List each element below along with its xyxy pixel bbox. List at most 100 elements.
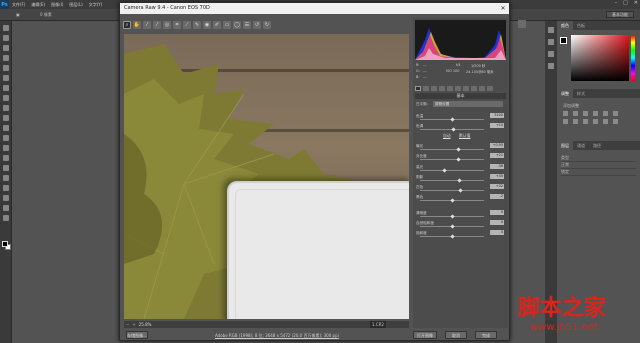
slider-value-input[interactable]: -36 — [490, 164, 504, 169]
slider-thumb[interactable] — [449, 234, 455, 239]
close-icon[interactable]: ✕ — [497, 3, 509, 14]
auto-link[interactable]: 自动 — [443, 133, 451, 139]
radial-filter-icon[interactable]: ◯ — [233, 21, 241, 29]
levels-icon[interactable] — [573, 111, 578, 116]
basic-tab-icon[interactable] — [415, 86, 421, 91]
slider-value-input[interactable]: -2 — [490, 194, 504, 199]
color-sampler-tool-icon[interactable]: ⁄ — [153, 21, 161, 29]
slider-track[interactable] — [420, 159, 484, 160]
tab-styles[interactable]: 样式 — [573, 91, 589, 97]
foreground-color-swatch[interactable] — [2, 241, 8, 247]
photo-preview[interactable] — [124, 34, 409, 319]
tone-curve-tab-icon[interactable] — [423, 86, 429, 91]
photo-filter-icon[interactable] — [583, 119, 588, 124]
adjustment-brush-icon[interactable]: ✐ — [213, 21, 221, 29]
slider-track[interactable] — [420, 190, 484, 191]
hand-tool-icon[interactable]: ✋ — [133, 21, 141, 29]
straighten-tool-icon[interactable]: ⟋ — [183, 21, 191, 29]
slider-value-input[interactable]: +0.95 — [490, 143, 504, 148]
maximize-icon[interactable]: □ — [623, 0, 628, 6]
properties-panel-icon[interactable] — [548, 39, 554, 45]
vibrance-icon[interactable] — [603, 111, 608, 116]
healing-tool-icon[interactable] — [3, 85, 9, 91]
slider-value-input[interactable]: 0 — [490, 230, 504, 235]
done-button[interactable]: 完成 — [475, 331, 497, 339]
pen-tool-icon[interactable] — [3, 165, 9, 171]
slider-thumb[interactable] — [449, 224, 455, 229]
hand-tool-icon[interactable] — [3, 205, 9, 211]
color-panel-swatch[interactable] — [560, 37, 567, 44]
bw-icon[interactable] — [573, 119, 578, 124]
open-image-button[interactable]: 打开图像 — [413, 331, 437, 339]
lookup-icon[interactable] — [603, 119, 608, 124]
path-select-tool-icon[interactable] — [3, 185, 9, 191]
preferences-icon[interactable]: ☰ — [243, 21, 251, 29]
brush-tool-icon[interactable] — [3, 95, 9, 101]
workflow-options-link[interactable]: Adobe RGB (1998); 8 位; 3648 x 5472 (20.0… — [215, 333, 339, 339]
tab-color[interactable]: 颜色 — [557, 21, 573, 30]
slider-thumb[interactable] — [449, 214, 455, 219]
presets-tab-icon[interactable] — [479, 86, 485, 91]
tab-layers[interactable]: 图层 — [557, 141, 573, 150]
rotate-ccw-icon[interactable]: ↺ — [253, 21, 261, 29]
menu-file[interactable]: 文件(F) — [9, 2, 28, 8]
split-toning-tab-icon[interactable] — [447, 86, 453, 91]
slider-thumb[interactable] — [456, 157, 461, 162]
red-eye-tool-icon[interactable]: ◉ — [203, 21, 211, 29]
zoom-out-icon[interactable]: − — [126, 322, 129, 327]
history-panel-icon[interactable] — [548, 27, 554, 33]
crop-tool-icon[interactable]: ⌗ — [173, 21, 181, 29]
tab-channels[interactable]: 通道 — [573, 143, 589, 149]
minimize-icon[interactable]: – — [615, 0, 618, 6]
type-tool-icon[interactable] — [3, 175, 9, 181]
detail-tab-icon[interactable] — [431, 86, 437, 91]
slider-value-input[interactable]: +10 — [490, 123, 504, 128]
tool-preset-icon[interactable]: ▣ — [16, 12, 20, 17]
fullscreen-icon[interactable] — [518, 20, 526, 28]
zoom-tool-icon[interactable]: ⌕ — [123, 21, 131, 29]
gradient-tool-icon[interactable] — [3, 135, 9, 141]
slider-value-input[interactable]: +32 — [490, 184, 504, 189]
hsl-tab-icon[interactable] — [439, 86, 445, 91]
lens-corrections-tab-icon[interactable] — [455, 86, 461, 91]
slider-thumb[interactable] — [456, 147, 461, 152]
tab-adjustments[interactable]: 调整 — [557, 89, 573, 98]
tab-paths[interactable]: 路径 — [589, 143, 605, 149]
zoom-tool-icon[interactable] — [3, 215, 9, 221]
blur-tool-icon[interactable] — [3, 145, 9, 151]
exposure-icon[interactable] — [593, 111, 598, 116]
white-balance-select[interactable]: 原照设置 — [433, 101, 503, 107]
slider-value-input[interactable]: 0 — [490, 210, 504, 215]
slider-thumb[interactable] — [458, 188, 463, 193]
history-brush-tool-icon[interactable] — [3, 115, 9, 121]
zoom-level[interactable]: 25.8% — [139, 322, 152, 327]
slider-thumb[interactable] — [451, 127, 457, 132]
slider-value-input[interactable]: +30 — [490, 174, 504, 179]
menu-image[interactable]: 图像(I) — [48, 2, 66, 8]
eraser-tool-icon[interactable] — [3, 125, 9, 131]
feather-value[interactable]: 0 像素 — [40, 12, 52, 18]
crop-tool-icon[interactable] — [3, 65, 9, 71]
slider-thumb[interactable] — [442, 168, 447, 173]
save-image-button[interactable]: 存储图像... — [126, 331, 148, 339]
hue-slider[interactable] — [631, 35, 635, 81]
zoom-in-icon[interactable]: + — [132, 322, 135, 327]
default-link[interactable]: 默认值 — [459, 133, 470, 139]
slider-track[interactable] — [420, 149, 484, 150]
shape-tool-icon[interactable] — [3, 195, 9, 201]
white-balance-tool-icon[interactable]: ⁄ — [143, 21, 151, 29]
stamp-tool-icon[interactable] — [3, 105, 9, 111]
tab-swatches[interactable]: 色板 — [573, 23, 589, 29]
move-tool-icon[interactable] — [3, 25, 9, 31]
layers-kind-filter[interactable]: 类型 — [561, 155, 636, 162]
cancel-button[interactable]: 取消 — [445, 331, 467, 339]
slider-value-input[interactable]: 5100 — [490, 113, 504, 118]
eyedropper-tool-icon[interactable] — [3, 75, 9, 81]
slider-thumb[interactable] — [457, 178, 462, 183]
dodge-tool-icon[interactable] — [3, 155, 9, 161]
hue-icon[interactable] — [613, 111, 618, 116]
slider-value-input[interactable]: 0 — [490, 220, 504, 225]
effects-tab-icon[interactable] — [463, 86, 469, 91]
slider-track[interactable] — [420, 170, 484, 171]
menu-type[interactable]: 文字(Y) — [86, 2, 106, 8]
